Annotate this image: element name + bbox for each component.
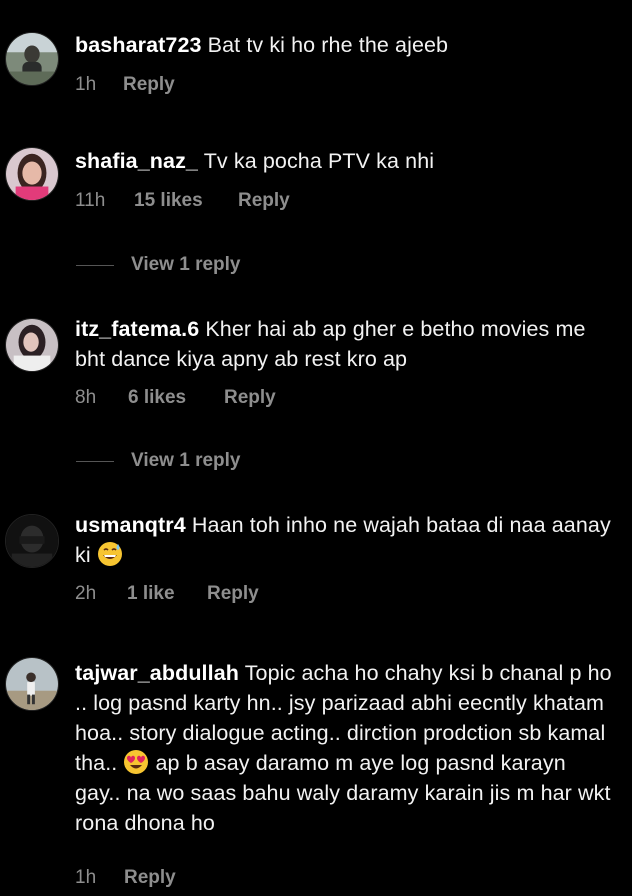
reply-button[interactable]: Reply (123, 72, 175, 98)
grinning-sweat-emoji (97, 542, 122, 566)
comment-username[interactable]: itz_fatema.6 (75, 317, 199, 341)
view-replies-label: View 1 reply (131, 254, 241, 275)
comment-meta: 1h Reply (75, 72, 175, 98)
comment-body: basharat723 Bat tv ki ho rhe the ajeeb (75, 30, 616, 60)
comment-time: 2h (75, 583, 97, 604)
divider (76, 460, 114, 462)
reply-button[interactable]: Reply (224, 385, 276, 411)
heart-eyes-emoji (124, 750, 149, 774)
reply-button[interactable]: Reply (124, 865, 176, 891)
view-replies-label: View 1 reply (131, 450, 241, 471)
comments-feed: basharat723 Bat tv ki ho rhe the ajeeb 1… (0, 0, 632, 896)
likes-count[interactable]: 15 likes (134, 188, 238, 214)
comment-text-continued: ap b asay daramo m aye log pasnd karayn … (75, 751, 611, 835)
comment-time: 1h (75, 867, 97, 888)
comment-time: 11h (75, 190, 106, 211)
view-replies-button[interactable]: View 1 reply (76, 252, 241, 278)
comment-meta: 11h 15 likes Reply (75, 188, 290, 214)
comment-username[interactable]: usmanqtr4 (75, 513, 186, 537)
reply-button[interactable]: Reply (238, 188, 290, 214)
avatar[interactable] (5, 514, 59, 568)
avatar[interactable] (5, 147, 59, 201)
avatar[interactable] (5, 32, 59, 86)
likes-count[interactable]: 6 likes (128, 385, 224, 411)
comment-meta: 8h 6 likes Reply (75, 385, 276, 411)
comment-body: itz_fatema.6 Kher hai ab ap gher e betho… (75, 314, 616, 374)
comment-username[interactable]: shafia_naz_ (75, 149, 198, 173)
avatar[interactable] (5, 318, 59, 372)
comment-time: 8h (75, 387, 97, 408)
view-replies-button[interactable]: View 1 reply (76, 448, 241, 474)
comment-username[interactable]: tajwar_abdullah (75, 661, 239, 685)
comment-text: Tv ka pocha PTV ka nhi (203, 149, 435, 173)
comment-meta: 2h 1 like Reply (75, 581, 259, 607)
comment-text: Bat tv ki ho rhe the ajeeb (207, 33, 449, 57)
comment-body: usmanqtr4 Haan toh inho ne wajah bataa d… (75, 510, 616, 570)
likes-count[interactable]: 1 like (127, 581, 207, 607)
reply-button[interactable]: Reply (207, 581, 259, 607)
comment-meta: 1h Reply (75, 865, 176, 891)
comment-body: tajwar_abdullah Topic acha ho chahy ksi … (75, 658, 616, 838)
comment-username[interactable]: basharat723 (75, 33, 202, 57)
divider (76, 264, 114, 266)
comment-body: shafia_naz_ Tv ka pocha PTV ka nhi (75, 146, 616, 176)
comment-time: 1h (75, 74, 97, 95)
avatar[interactable] (5, 657, 59, 711)
